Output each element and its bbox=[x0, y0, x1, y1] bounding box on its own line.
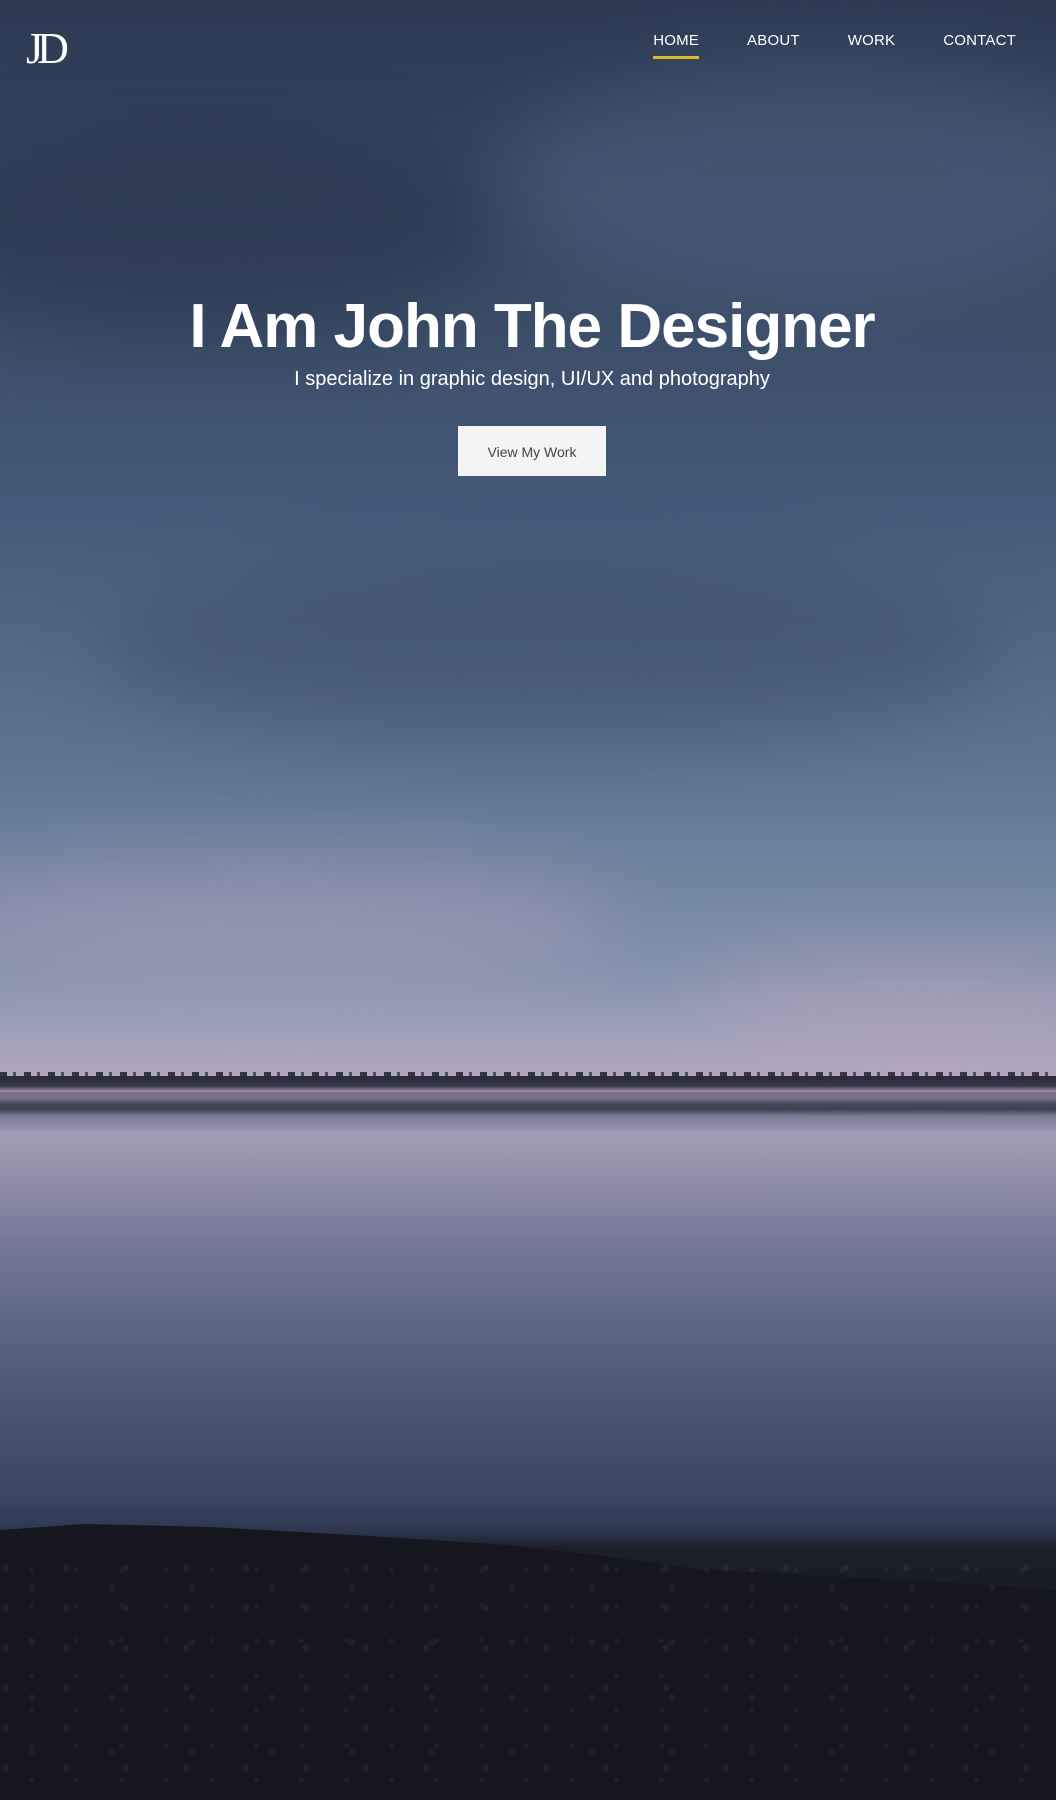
logo-text: JD bbox=[26, 24, 69, 73]
logo[interactable]: JD bbox=[26, 26, 94, 74]
nav-item-work[interactable]: WORK bbox=[848, 32, 895, 59]
view-my-work-button[interactable]: View My Work bbox=[458, 426, 606, 476]
cloud-shape bbox=[100, 560, 1000, 740]
hero-subtitle: I specialize in graphic design, UI/UX an… bbox=[294, 368, 770, 390]
horizon-treeline bbox=[0, 1072, 1056, 1092]
nav-item-about[interactable]: ABOUT bbox=[747, 32, 800, 59]
hero-section: JD HOME ABOUT WORK CONTACT I Am John The… bbox=[0, 0, 1056, 1800]
cloud-shape bbox=[0, 860, 620, 980]
hero-content: I Am John The Designer I specialize in g… bbox=[0, 288, 1056, 476]
shore-texture bbox=[0, 1560, 1056, 1800]
navbar: JD HOME ABOUT WORK CONTACT bbox=[0, 0, 1056, 84]
cloud-shape bbox=[700, 960, 1056, 1040]
water-reflection bbox=[0, 1092, 1056, 1132]
hero-title: I Am John The Designer bbox=[189, 292, 875, 361]
main-nav: HOME ABOUT WORK CONTACT bbox=[653, 32, 1016, 59]
nav-item-home[interactable]: HOME bbox=[653, 32, 699, 59]
cloud-shape bbox=[500, 60, 1056, 300]
nav-item-contact[interactable]: CONTACT bbox=[943, 32, 1016, 59]
